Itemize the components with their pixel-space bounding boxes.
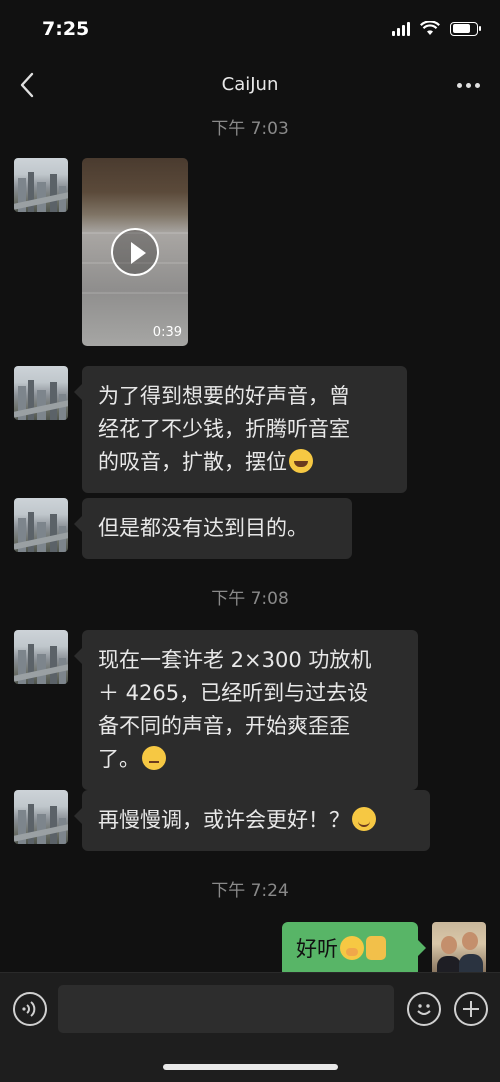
- message-line: 现在一套许老 2×300 功放机: [98, 648, 372, 672]
- message-bubble[interactable]: 但是都没有达到目的。: [74, 498, 352, 559]
- voice-input-button[interactable]: [13, 992, 47, 1026]
- status-time: 7:25: [42, 18, 90, 40]
- status-icons: [392, 21, 481, 36]
- timestamp: 下午 7:08: [211, 589, 289, 609]
- nav-bar: CaiJun: [0, 60, 500, 110]
- play-icon[interactable]: [111, 228, 159, 276]
- more-functions-button[interactable]: [454, 992, 488, 1026]
- message-line: 了。: [98, 747, 140, 771]
- chat-title: CaiJun: [221, 74, 279, 95]
- plus-icon: [463, 1001, 479, 1017]
- battery-icon: [450, 21, 481, 36]
- message-bubble[interactable]: 现在一套许老 2×300 功放机 ＋ 4265，已经听到与过去设 备不同的声音，…: [74, 630, 418, 790]
- message-line: ＋ 4265，已经听到与过去设: [98, 681, 369, 705]
- timestamp: 下午 7:24: [211, 881, 289, 901]
- message-bubble[interactable]: 为了得到想要的好声音，曾 经花了不少钱，折腾听音室 的吸音，扩散，摆位: [74, 366, 407, 493]
- smiling-face-emoji-icon: [352, 807, 376, 831]
- wifi-icon: [420, 21, 440, 35]
- contact-avatar[interactable]: [14, 498, 68, 552]
- message-line: 为了得到想要的好声音，曾: [98, 384, 350, 408]
- contact-avatar[interactable]: [14, 366, 68, 420]
- emoji-button[interactable]: [407, 992, 441, 1026]
- more-dot-icon: [474, 82, 480, 88]
- more-dot-icon: [465, 82, 471, 88]
- message-bubble[interactable]: 再慢慢调，或许会更好！？: [74, 790, 430, 851]
- thinking-face-emoji-icon: [142, 746, 166, 770]
- voice-icon: [22, 1001, 36, 1017]
- message-line: 备不同的声音，开始爽歪歪: [98, 714, 350, 738]
- video-duration: 0:39: [152, 325, 182, 340]
- smiley-icon: [417, 1004, 431, 1015]
- my-message-bubble[interactable]: 好听: [282, 922, 426, 977]
- status-bar: 7:25: [0, 0, 500, 60]
- message-line: 但是都没有达到目的。: [98, 516, 308, 540]
- message-line: 好听: [296, 937, 338, 961]
- message-input[interactable]: [58, 985, 394, 1033]
- contact-avatar[interactable]: [14, 630, 68, 684]
- laughing-tears-emoji-icon: [289, 449, 313, 473]
- thumbs-up-emoji-icon: [366, 936, 386, 960]
- more-options-button[interactable]: [450, 72, 486, 98]
- message-line: 的吸音，扩散，摆位: [98, 450, 287, 474]
- cellular-signal-icon: [392, 21, 410, 36]
- contact-avatar[interactable]: [14, 790, 68, 844]
- video-message[interactable]: 0:39: [82, 158, 188, 346]
- message-line: 经花了不少钱，折腾听音室: [98, 417, 350, 441]
- contact-avatar[interactable]: [14, 158, 68, 212]
- shushing-face-emoji-icon: [340, 936, 364, 960]
- my-avatar[interactable]: [432, 922, 486, 976]
- timestamp: 下午 7:03: [211, 119, 289, 139]
- home-indicator[interactable]: [163, 1064, 338, 1070]
- more-dot-icon: [456, 82, 462, 88]
- message-line: 再慢慢调，或许会更好！？: [98, 808, 350, 832]
